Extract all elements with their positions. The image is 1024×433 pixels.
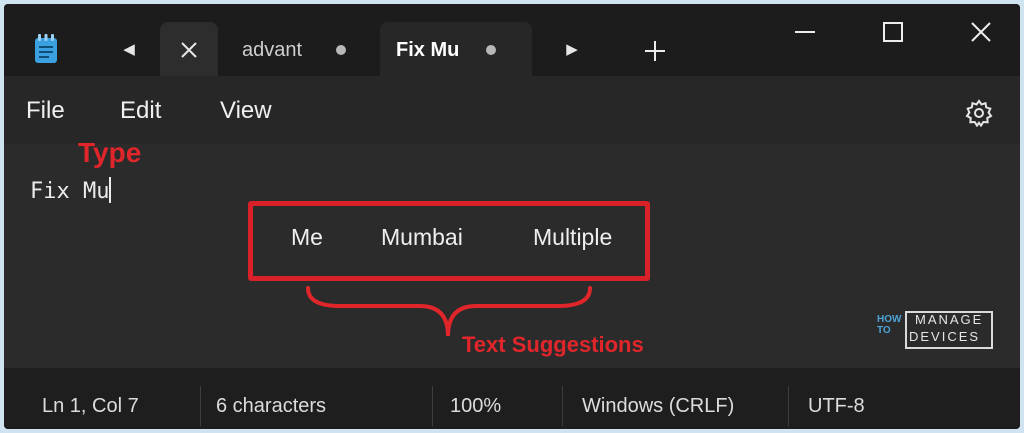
- close-icon: [181, 42, 197, 58]
- suggestion-bar: Me Mumbai Multiple: [248, 201, 650, 281]
- menu-view[interactable]: View: [220, 97, 272, 125]
- settings-button[interactable]: [962, 96, 996, 130]
- menu-file[interactable]: File: [26, 97, 65, 125]
- menu-edit[interactable]: Edit: [120, 97, 161, 125]
- suggestion-mumbai[interactable]: Mumbai: [381, 224, 463, 251]
- status-zoom[interactable]: 100%: [450, 395, 501, 418]
- window-close-button[interactable]: [958, 12, 1004, 52]
- watermark-devices: DEVICES: [909, 329, 981, 344]
- scroll-right-icon[interactable]: ▶: [557, 34, 587, 64]
- unsaved-dot-icon: [486, 45, 496, 55]
- minimize-icon: [795, 31, 815, 33]
- status-bar: Ln 1, Col 7 6 characters 100% Windows (C…: [4, 368, 1020, 429]
- new-tab-button[interactable]: [638, 34, 672, 68]
- menu-bar: File Edit View: [4, 76, 1020, 144]
- suggestion-multiple[interactable]: Multiple: [533, 224, 612, 251]
- close-icon: [971, 22, 991, 42]
- watermark-how: HOW TO: [877, 314, 902, 336]
- status-position: Ln 1, Col 7: [42, 395, 139, 417]
- status-divider: [562, 386, 563, 426]
- gear-icon: [965, 99, 993, 127]
- suggestion-me[interactable]: Me: [291, 224, 323, 251]
- editor-content: Fix Mu: [30, 179, 110, 204]
- plus-icon: [645, 41, 665, 61]
- text-caret: [109, 177, 112, 203]
- watermark-logo: HOW TO MANAGE DEVICES: [877, 308, 993, 349]
- status-divider: [788, 386, 789, 426]
- tab-label: advant: [242, 38, 303, 61]
- annotation-type-label: Type: [78, 137, 142, 168]
- tab-fix-mu[interactable]: Fix Mu: [380, 22, 532, 78]
- tab-label: Fix Mu: [396, 38, 460, 61]
- status-line-ending: Windows (CRLF): [582, 395, 735, 417]
- status-divider: [200, 386, 201, 426]
- tab-advant[interactable]: advant: [226, 22, 376, 78]
- unsaved-dot-icon: [336, 45, 346, 55]
- tab-close-button[interactable]: [160, 22, 218, 78]
- title-bar: ◀ advant Fix Mu ▶: [4, 4, 1020, 78]
- maximize-icon: [883, 22, 903, 42]
- editor-area[interactable]: Type Fix Mu Me Mumbai Multiple Text Sugg…: [4, 137, 1020, 368]
- notepad-icon: [35, 34, 57, 63]
- scroll-left-icon[interactable]: ◀: [114, 34, 144, 64]
- status-divider: [432, 386, 433, 426]
- maximize-button[interactable]: [870, 12, 916, 52]
- annotation-suggestions-label: Text Suggestions: [462, 332, 644, 357]
- minimize-button[interactable]: [782, 12, 828, 52]
- status-characters: 6 characters: [216, 395, 327, 417]
- notepad-window: ◀ advant Fix Mu ▶ File Edit View Type Fi…: [4, 4, 1020, 429]
- watermark-manage: MANAGE: [915, 312, 984, 327]
- editor-text[interactable]: Fix Mu: [30, 177, 112, 204]
- status-encoding: UTF-8: [808, 395, 865, 417]
